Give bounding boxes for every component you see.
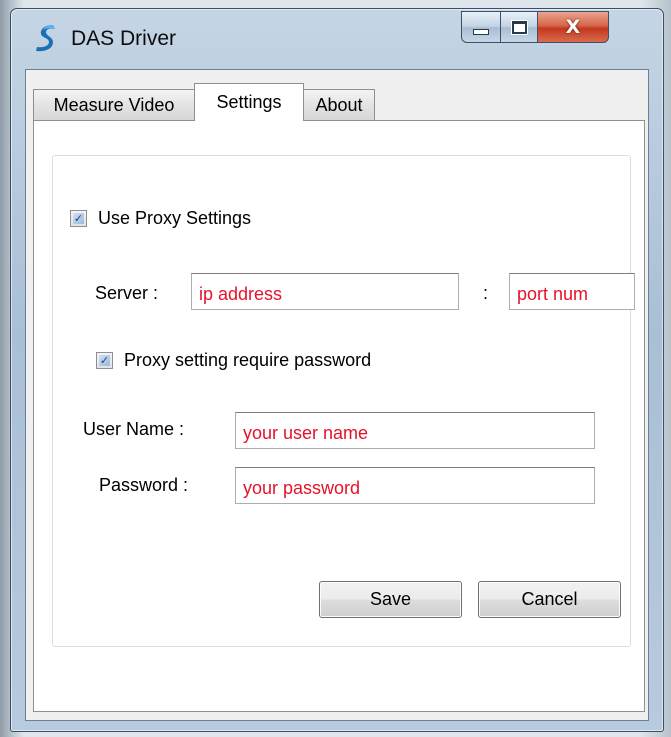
password-label: Password : bbox=[99, 475, 189, 495]
save-button[interactable]: Save bbox=[319, 581, 462, 618]
maximize-icon bbox=[511, 20, 527, 34]
server-port-separator: : bbox=[483, 283, 489, 303]
close-button[interactable]: X bbox=[537, 11, 609, 43]
server-ip-input[interactable] bbox=[191, 273, 459, 310]
minimize-button[interactable] bbox=[461, 11, 501, 43]
require-password-checkbox[interactable]: ✓ bbox=[96, 352, 113, 369]
close-icon: X bbox=[565, 16, 581, 38]
maximize-button[interactable] bbox=[500, 11, 538, 43]
use-proxy-checkbox[interactable]: ✓ bbox=[70, 210, 87, 227]
das-driver-window: DAS Driver X Measure Video Settings Abou… bbox=[10, 8, 664, 732]
checkmark-icon: ✓ bbox=[73, 212, 84, 225]
cancel-button[interactable]: Cancel bbox=[478, 581, 621, 618]
server-label: Server : bbox=[95, 283, 159, 303]
settings-panel: ✓ Use Proxy Settings Server : : ✓ Proxy … bbox=[33, 120, 645, 712]
title-bar[interactable]: DAS Driver X bbox=[11, 9, 663, 69]
tab-measure-video[interactable]: Measure Video bbox=[33, 89, 195, 121]
minimize-icon bbox=[473, 29, 489, 35]
username-input[interactable] bbox=[235, 412, 595, 449]
window-title: DAS Driver bbox=[71, 27, 177, 50]
tab-about[interactable]: About bbox=[303, 89, 375, 121]
proxy-settings-group: ✓ Use Proxy Settings Server : : ✓ Proxy … bbox=[52, 155, 635, 647]
password-input[interactable] bbox=[235, 467, 595, 504]
use-proxy-label[interactable]: Use Proxy Settings bbox=[98, 208, 251, 229]
server-port-input[interactable] bbox=[509, 273, 635, 310]
tab-strip: Measure Video Settings About bbox=[26, 83, 648, 121]
client-area: Measure Video Settings About ✓ Use Proxy… bbox=[25, 69, 649, 721]
checkmark-icon: ✓ bbox=[99, 354, 110, 367]
username-label: User Name : bbox=[83, 419, 185, 439]
require-password-label[interactable]: Proxy setting require password bbox=[124, 350, 371, 371]
das-logo-icon bbox=[36, 25, 55, 52]
tab-settings[interactable]: Settings bbox=[194, 83, 304, 121]
